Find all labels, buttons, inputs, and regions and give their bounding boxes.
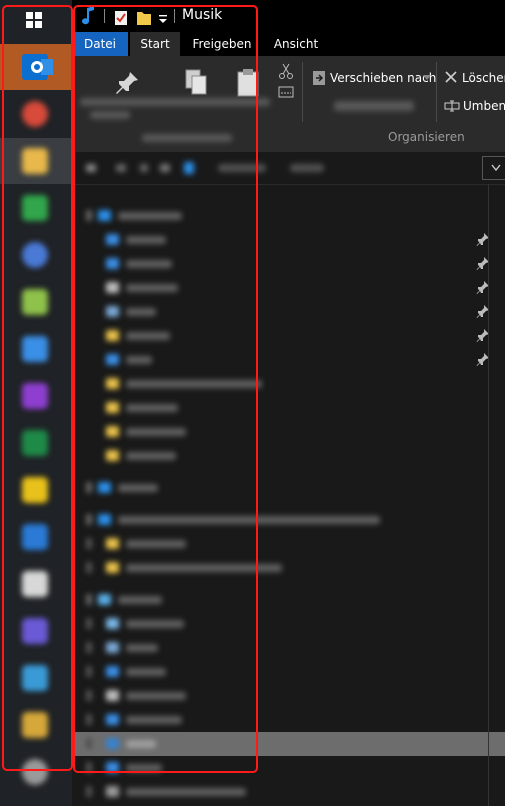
address-dropdown[interactable] bbox=[482, 156, 505, 180]
chevron-down-icon bbox=[491, 164, 501, 172]
copy-to-button[interactable] bbox=[334, 101, 414, 111]
tree-node[interactable] bbox=[72, 780, 505, 804]
navigation-scrollbar[interactable] bbox=[487, 184, 505, 806]
copy-path-icon[interactable] bbox=[278, 86, 294, 98]
delete-button[interactable]: Löschen bbox=[462, 68, 505, 88]
highlight-taskbar bbox=[2, 5, 73, 771]
tab-ansicht[interactable]: Ansicht bbox=[264, 32, 328, 56]
ribbon-divider bbox=[302, 62, 303, 122]
move-to-dropdown-icon[interactable] bbox=[423, 75, 431, 81]
address-crumb[interactable] bbox=[290, 164, 324, 172]
move-to-button[interactable]: Verschieben nach bbox=[330, 68, 436, 88]
delete-x-icon bbox=[445, 71, 457, 83]
move-to-icon bbox=[313, 71, 325, 85]
rename-icon bbox=[444, 100, 460, 112]
rename-button[interactable]: Umbene bbox=[463, 96, 505, 116]
highlight-navigation-pane bbox=[73, 5, 258, 773]
ribbon-divider bbox=[436, 62, 437, 122]
scissors-icon[interactable] bbox=[278, 62, 294, 80]
ribbon-group-organize-label: Organisieren bbox=[388, 130, 465, 144]
